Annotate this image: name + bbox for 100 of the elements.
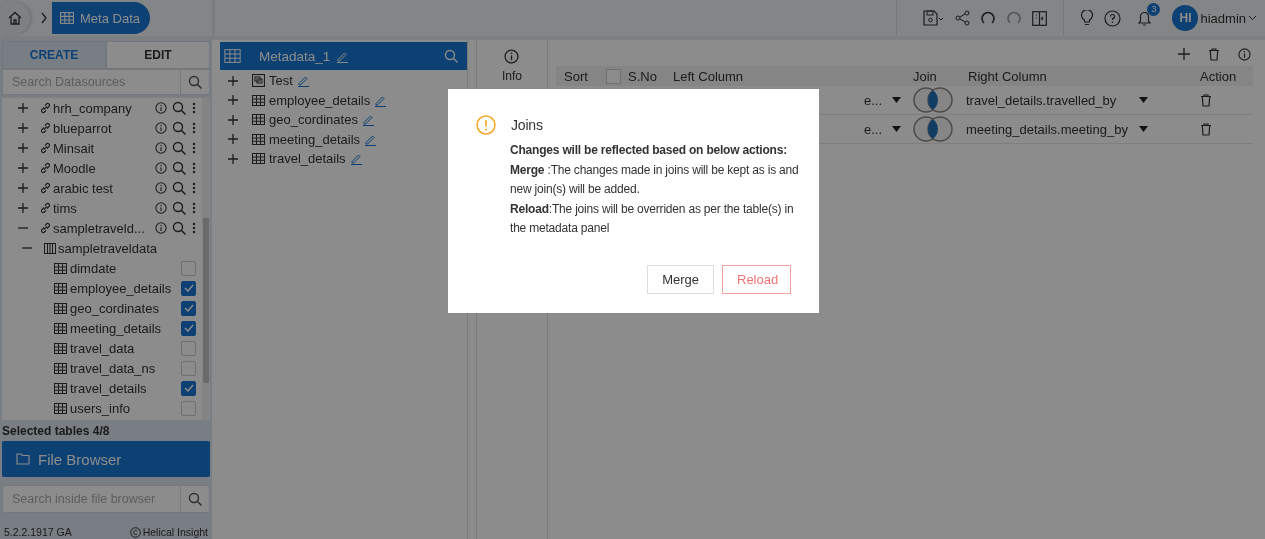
- schema-name[interactable]: sampletraveldata: [58, 240, 157, 256]
- info-icon[interactable]: [155, 162, 167, 174]
- metadata-item[interactable]: Test: [269, 73, 293, 89]
- scrollbar[interactable]: [202, 98, 210, 420]
- checkbox[interactable]: [181, 340, 196, 356]
- plus-icon[interactable]: [228, 95, 238, 106]
- search-icon[interactable]: [172, 200, 187, 216]
- table-name[interactable]: meeting_details: [70, 320, 162, 336]
- search-icon[interactable]: [172, 140, 187, 156]
- table-name[interactable]: travel_data: [70, 340, 135, 356]
- lightbulb-icon[interactable]: [1080, 9, 1095, 27]
- table-name[interactable]: employee_details: [70, 280, 172, 296]
- reload-button[interactable]: Reload: [722, 264, 791, 294]
- trash-icon[interactable]: [1208, 47, 1220, 61]
- plus-icon[interactable]: [18, 163, 28, 173]
- checkbox[interactable]: [181, 280, 196, 296]
- metadata-item[interactable]: meeting_details: [269, 131, 361, 147]
- plus-icon[interactable]: [228, 134, 238, 145]
- plus-icon[interactable]: [228, 153, 238, 164]
- pencil-icon[interactable]: [296, 74, 310, 88]
- tab[interactable]: EDIT: [106, 41, 210, 69]
- info-icon[interactable]: [155, 222, 167, 234]
- info-icon[interactable]: [155, 182, 167, 194]
- datasource-name[interactable]: Minsait: [53, 140, 95, 156]
- checkbox[interactable]: [181, 260, 196, 276]
- plus-icon[interactable]: [228, 114, 238, 125]
- table-icon: [54, 282, 67, 294]
- dropdown-caret-icon[interactable]: [1139, 126, 1148, 132]
- dropdown-caret-icon[interactable]: [892, 97, 901, 103]
- trash-icon[interactable]: [1200, 93, 1212, 107]
- checkbox[interactable]: [181, 400, 196, 416]
- search-icon[interactable]: [172, 100, 187, 116]
- metadata-item[interactable]: employee_details: [269, 92, 371, 108]
- checkbox[interactable]: [606, 68, 621, 84]
- file-browser-button[interactable]: File Browser: [2, 441, 210, 477]
- datasource-name[interactable]: hrh_company: [53, 100, 132, 116]
- metadata-item[interactable]: travel_details: [269, 151, 346, 167]
- breadcrumb-item[interactable]: Meta Data: [52, 2, 150, 34]
- user-menu[interactable]: hiadmin: [1200, 10, 1257, 26]
- search-icon[interactable]: [444, 48, 459, 64]
- more-icon[interactable]: [192, 202, 196, 214]
- checkbox[interactable]: [181, 360, 196, 376]
- search-icon[interactable]: [172, 180, 187, 196]
- search-icon[interactable]: [187, 491, 203, 507]
- info-icon[interactable]: [155, 122, 167, 134]
- merge-button[interactable]: Merge: [647, 264, 714, 294]
- info-icon[interactable]: [155, 202, 167, 214]
- join-icon[interactable]: [911, 86, 955, 114]
- plus-icon[interactable]: [18, 143, 28, 153]
- more-icon[interactable]: [192, 102, 196, 114]
- datasource-name[interactable]: Moodle: [53, 160, 96, 176]
- info-button[interactable]: Info: [502, 40, 522, 83]
- add-icon[interactable]: [1178, 48, 1190, 60]
- info-icon[interactable]: [155, 142, 167, 154]
- checkbox[interactable]: [181, 320, 196, 336]
- bell-icon[interactable]: [1137, 9, 1153, 27]
- plus-icon[interactable]: [228, 75, 238, 86]
- dropdown-caret-icon[interactable]: [892, 126, 901, 132]
- undo-icon[interactable]: [980, 10, 997, 26]
- search-button[interactable]: [181, 69, 210, 95]
- table-name[interactable]: travel_details: [70, 380, 147, 396]
- checkbox[interactable]: [181, 380, 196, 396]
- more-icon[interactable]: [192, 142, 196, 154]
- table-name[interactable]: travel_data_ns: [70, 360, 156, 376]
- more-icon[interactable]: [192, 162, 196, 174]
- help-icon[interactable]: [1104, 9, 1122, 27]
- more-icon[interactable]: [192, 222, 196, 234]
- table-name[interactable]: geo_cordinates: [70, 300, 159, 316]
- more-icon[interactable]: [192, 182, 196, 194]
- info-icon[interactable]: [1238, 47, 1251, 61]
- pencil-icon[interactable]: [349, 152, 363, 166]
- plus-icon[interactable]: [18, 183, 28, 193]
- plus-icon[interactable]: [18, 123, 28, 133]
- share-icon[interactable]: [955, 10, 971, 26]
- datasource-name[interactable]: tims: [53, 200, 77, 216]
- plus-icon[interactable]: [18, 103, 28, 113]
- search-button[interactable]: [181, 485, 210, 513]
- search-icon[interactable]: [172, 120, 187, 136]
- panel-toggle-icon[interactable]: [1032, 10, 1048, 26]
- datasource-name[interactable]: blueparrot: [53, 120, 112, 136]
- datasource-name[interactable]: sampletraveld...: [53, 220, 145, 236]
- info-icon[interactable]: [504, 49, 520, 64]
- save-menu-button[interactable]: [923, 10, 946, 26]
- more-icon[interactable]: [192, 122, 196, 134]
- table-name[interactable]: users_info: [70, 400, 130, 416]
- info-icon[interactable]: [155, 102, 167, 114]
- metadata-item[interactable]: geo_cordinates: [269, 112, 358, 128]
- search-icon[interactable]: [187, 74, 203, 90]
- datasource-name[interactable]: arabic test: [53, 180, 113, 196]
- search-icon[interactable]: [172, 220, 187, 236]
- table-name[interactable]: dimdate: [70, 260, 117, 276]
- checkbox[interactable]: [181, 300, 196, 316]
- trash-icon[interactable]: [1200, 122, 1212, 136]
- home-button[interactable]: [0, 2, 30, 34]
- plus-icon[interactable]: [18, 203, 28, 213]
- pencil-icon[interactable]: [361, 113, 375, 127]
- user-avatar[interactable]: HI: [1172, 5, 1199, 31]
- search-icon[interactable]: [172, 160, 187, 176]
- dropdown-caret-icon[interactable]: [1139, 97, 1148, 103]
- join-icon[interactable]: [911, 115, 955, 143]
